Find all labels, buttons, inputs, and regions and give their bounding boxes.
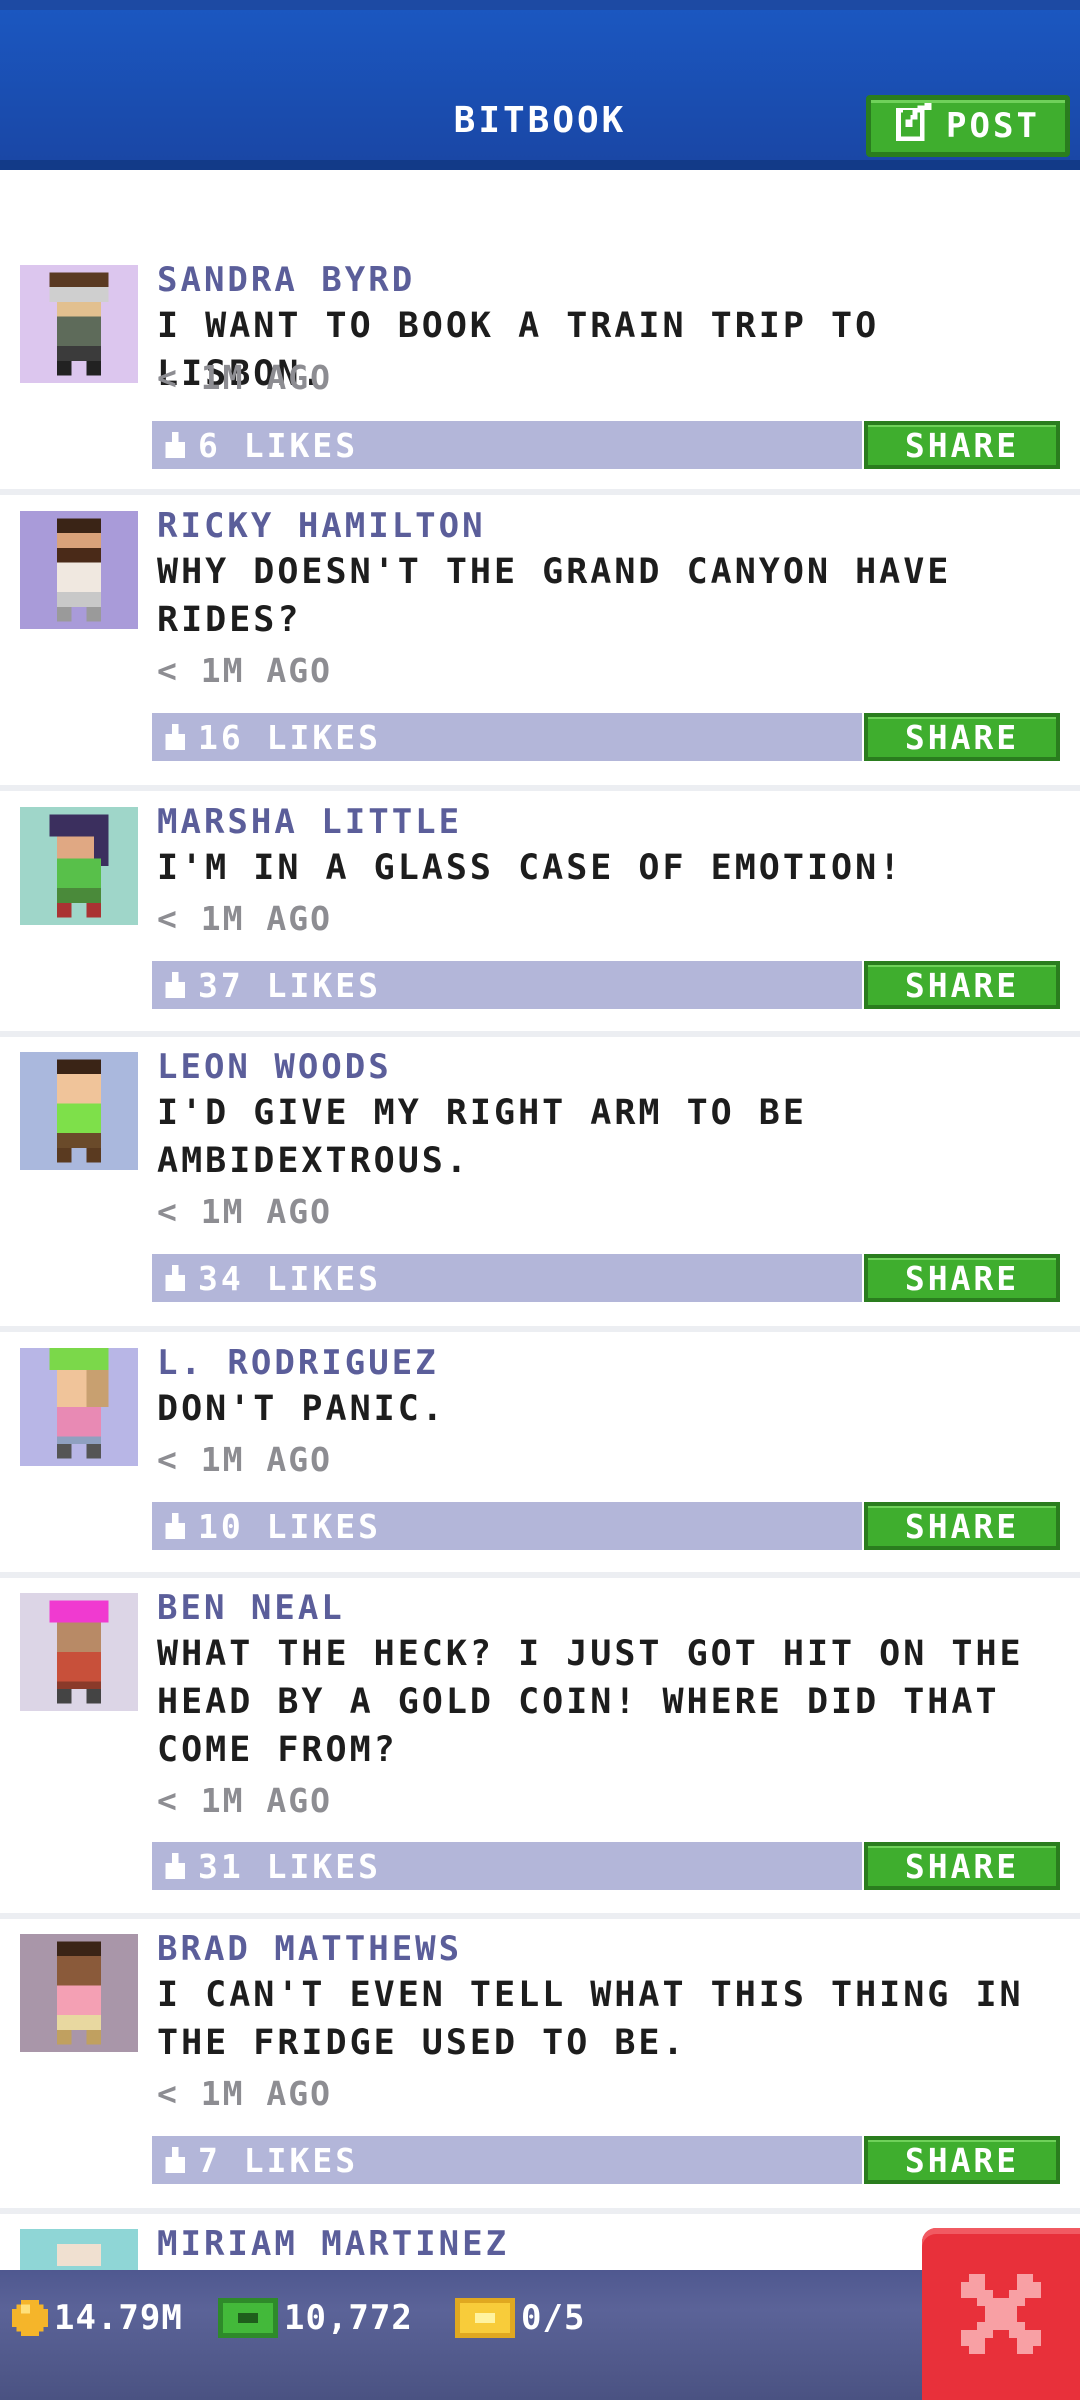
avatar[interactable]: [20, 1052, 138, 1170]
post-text: WHY DOESN'T THE GRAND CANYON HAVE RIDES?: [157, 552, 952, 640]
avatar[interactable]: [20, 807, 138, 925]
post-item: MARSHA LITTLE I'M IN A GLASS CASE OF EMO…: [0, 797, 1080, 1037]
tickets-stat: 0/5: [455, 2298, 585, 2338]
thumbs-up-icon: [165, 432, 185, 458]
likes-bar[interactable]: 6 LIKES: [152, 421, 862, 469]
likes-bar[interactable]: 16 LIKES: [152, 713, 862, 761]
currency-bar: 14.79M 10,772 0/5: [0, 2270, 1080, 2400]
bux-icon: [218, 2298, 278, 2338]
share-button[interactable]: SHARE: [864, 713, 1060, 761]
post-button-label: POST: [946, 106, 1040, 146]
thumbs-up-icon: [165, 1265, 185, 1291]
likes-bar[interactable]: 7 LIKES: [152, 2136, 862, 2184]
likes-count: 10 LIKES: [198, 1506, 381, 1546]
coins-value: 14.79M: [54, 2298, 183, 2338]
share-button[interactable]: SHARE: [864, 1502, 1060, 1550]
share-button[interactable]: SHARE: [864, 421, 1060, 469]
post-feed[interactable]: SANDRA BYRD I WANT TO BOOK A TRAIN TRIP …: [0, 170, 1080, 2270]
coin-icon: [12, 2300, 48, 2336]
post-timestamp: < 1M AGO: [157, 2074, 332, 2113]
avatar[interactable]: [20, 1934, 138, 2052]
post-item: BEN NEAL WHAT THE HECK? I JUST GOT HIT O…: [0, 1583, 1080, 1919]
post-author[interactable]: BRAD MATTHEWS: [157, 1929, 462, 1969]
tickets-value: 0/5: [521, 2298, 586, 2338]
likes-count: 7 LIKES: [198, 2140, 359, 2180]
post-item: LEON WOODS I'D GIVE MY RIGHT ARM TO BE A…: [0, 1042, 1080, 1332]
share-button[interactable]: SHARE: [864, 961, 1060, 1009]
thumbs-up-icon: [165, 972, 185, 998]
post-item: SANDRA BYRD I WANT TO BOOK A TRAIN TRIP …: [0, 260, 1080, 495]
avatar[interactable]: [20, 2229, 138, 2270]
post-button[interactable]: POST: [866, 95, 1070, 157]
likes-bar[interactable]: 31 LIKES: [152, 1842, 862, 1890]
close-icon: [961, 2274, 1041, 2354]
share-button[interactable]: SHARE: [864, 2136, 1060, 2184]
post-author[interactable]: MARSHA LITTLE: [157, 802, 462, 842]
post-timestamp: < 1M AGO: [157, 1192, 332, 1231]
post-author[interactable]: MIRIAM MARTINEZ: [157, 2224, 509, 2264]
avatar[interactable]: [20, 1348, 138, 1466]
post-timestamp: < 1M AGO: [157, 358, 332, 397]
avatar[interactable]: [20, 265, 138, 383]
post-author[interactable]: SANDRA BYRD: [157, 260, 415, 300]
likes-count: 31 LIKES: [198, 1846, 381, 1886]
post-timestamp: < 1M AGO: [157, 899, 332, 938]
bux-stat: 10,772: [218, 2298, 413, 2338]
post-item: RICKY HAMILTON WHY DOESN'T THE GRAND CAN…: [0, 501, 1080, 791]
share-button[interactable]: SHARE: [864, 1254, 1060, 1302]
share-button[interactable]: SHARE: [864, 1842, 1060, 1890]
post-text: WHAT THE HECK? I JUST GOT HIT ON THE HEA…: [157, 1634, 1024, 1770]
avatar[interactable]: [20, 511, 138, 629]
likes-count: 6 LIKES: [198, 425, 359, 465]
post-item: MIRIAM MARTINEZ: [0, 2219, 1080, 2270]
post-author[interactable]: RICKY HAMILTON: [157, 506, 486, 546]
post-timestamp: < 1M AGO: [157, 651, 332, 690]
coins-stat: 14.79M: [12, 2298, 183, 2338]
avatar[interactable]: [20, 1593, 138, 1711]
likes-bar[interactable]: 37 LIKES: [152, 961, 862, 1009]
thumbs-up-icon: [165, 2147, 185, 2173]
likes-count: 34 LIKES: [198, 1258, 381, 1298]
post-item: L. RODRIGUEZ DON'T PANIC. < 1M AGO 10 LI…: [0, 1338, 1080, 1578]
thumbs-up-icon: [165, 1853, 185, 1879]
likes-count: 16 LIKES: [198, 717, 381, 757]
post-author[interactable]: BEN NEAL: [157, 1588, 345, 1628]
likes-bar[interactable]: 34 LIKES: [152, 1254, 862, 1302]
post-text: I CAN'T EVEN TELL WHAT THIS THING IN THE…: [157, 1975, 1024, 2063]
compose-icon: [896, 102, 934, 150]
post-text: DON'T PANIC.: [157, 1389, 446, 1429]
post-author[interactable]: L. RODRIGUEZ: [157, 1343, 439, 1383]
likes-count: 37 LIKES: [198, 965, 381, 1005]
app-header: BITBOOK POST: [0, 0, 1080, 170]
post-item: BRAD MATTHEWS I CAN'T EVEN TELL WHAT THI…: [0, 1924, 1080, 2214]
close-button[interactable]: [922, 2228, 1080, 2400]
likes-bar[interactable]: 10 LIKES: [152, 1502, 862, 1550]
ticket-icon: [455, 2298, 515, 2338]
post-text: I'M IN A GLASS CASE OF EMOTION!: [157, 848, 904, 888]
post-timestamp: < 1M AGO: [157, 1781, 332, 1820]
bux-value: 10,772: [284, 2298, 413, 2338]
post-text: I'D GIVE MY RIGHT ARM TO BE AMBIDEXTROUS…: [157, 1093, 807, 1181]
thumbs-up-icon: [165, 1513, 185, 1539]
thumbs-up-icon: [165, 724, 185, 750]
post-timestamp: < 1M AGO: [157, 1440, 332, 1479]
post-author[interactable]: LEON WOODS: [157, 1047, 392, 1087]
